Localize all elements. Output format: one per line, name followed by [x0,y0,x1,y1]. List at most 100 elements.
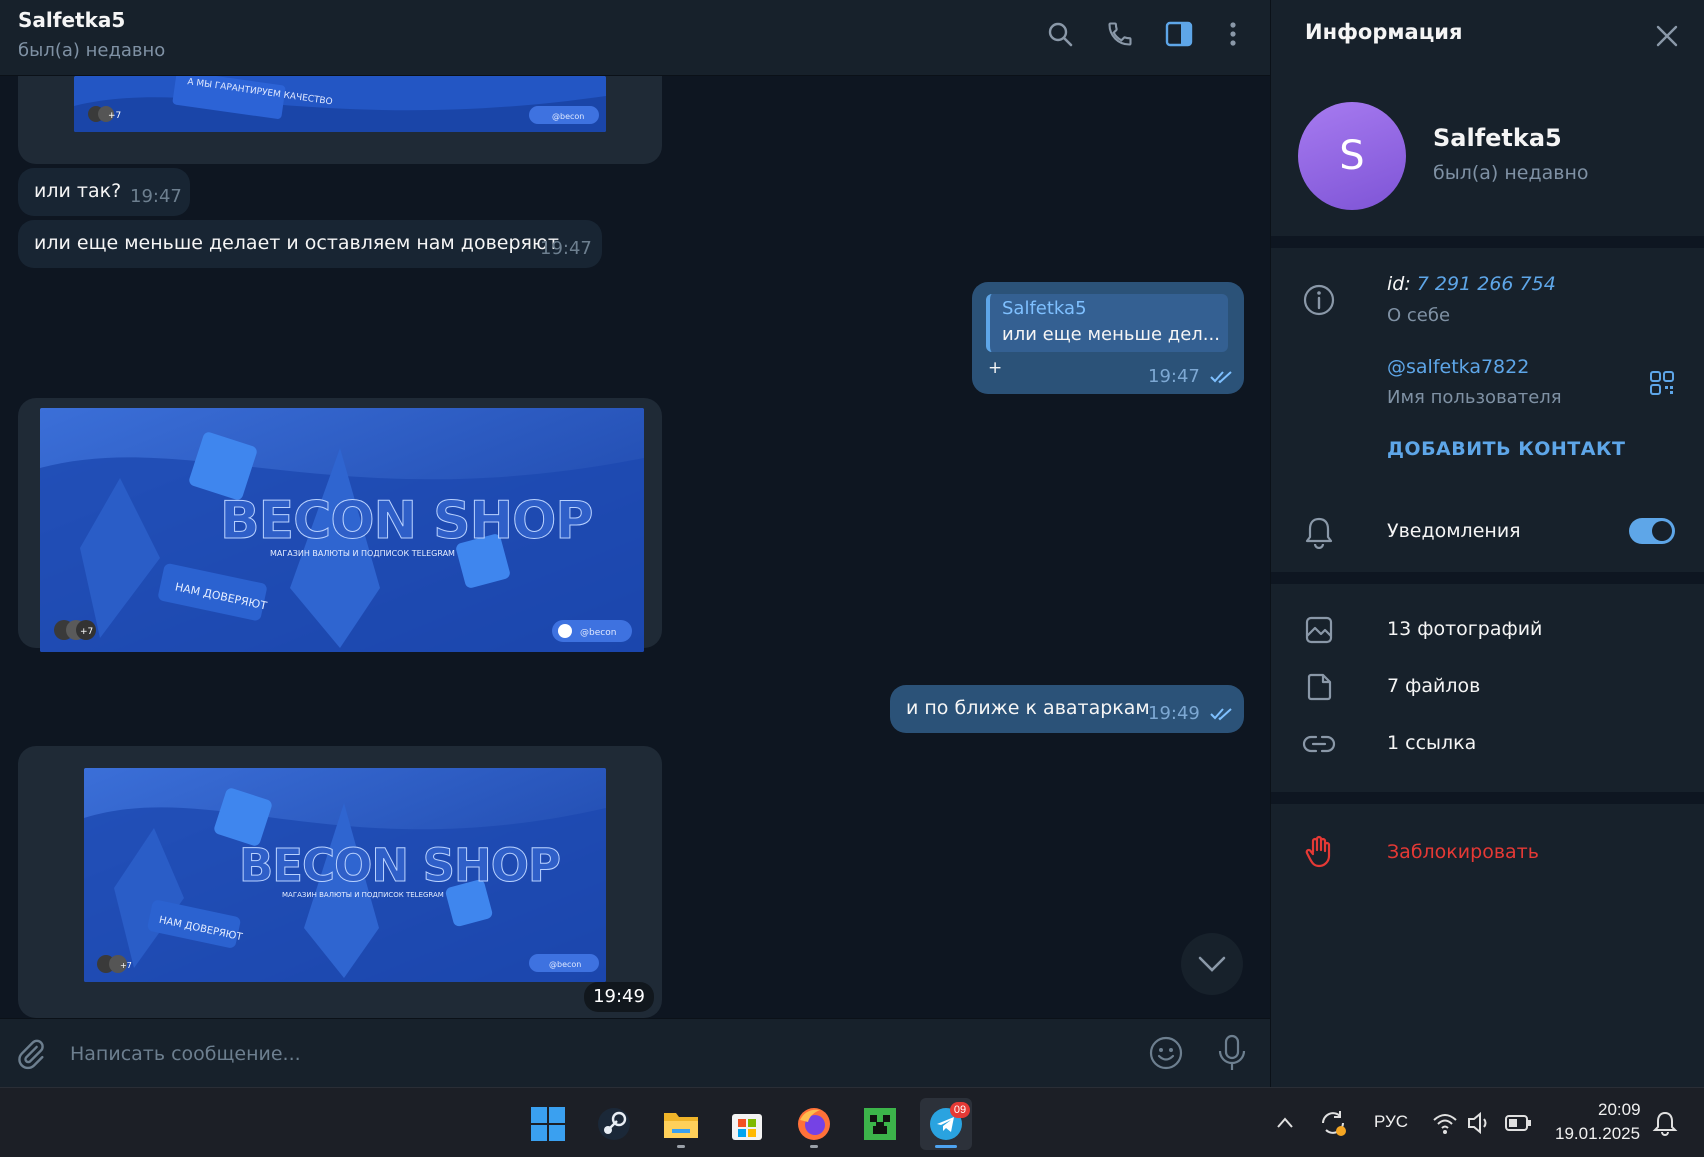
volume-icon[interactable] [1466,1110,1494,1136]
reply-quote[interactable]: Salfetka5 или еще меньше дел... [986,294,1228,352]
outgoing-message[interactable]: Salfetka5 или еще меньше дел... + 19:47 [972,282,1244,394]
sync-icon[interactable] [1318,1108,1348,1138]
banner-image[interactable]: BECON SHOP МАГАЗИН ВАЛЮТЫ И ПОДПИСОК TEL… [84,768,606,982]
username-label: Имя пользователя [1387,387,1562,408]
message-input[interactable] [70,1039,1130,1069]
file-explorer-icon[interactable] [655,1098,707,1150]
banner-avatars-count: +7 [120,961,132,970]
message-text: или еще меньше делает и оставляем нам до… [34,232,560,254]
add-contact-button[interactable]: ДОБАВИТЬ КОНТАКТ [1387,438,1625,460]
notifications-label: Уведомления [1387,520,1521,542]
start-button[interactable] [522,1098,574,1150]
banner-image[interactable]: BECON SHOP МАГАЗИН ВАЛЮТЫ И ПОДПИСОК TEL… [40,408,644,652]
link-icon [1301,726,1337,762]
incoming-message[interactable]: или еще меньше делает и оставляем нам до… [18,220,602,268]
language-indicator[interactable]: РУС [1374,1112,1408,1132]
block-button[interactable]: Заблокировать [1387,841,1539,863]
more-icon[interactable] [1217,18,1249,50]
reply-author: Salfetka5 [1002,298,1087,319]
info-icon [1301,282,1337,318]
media-message[interactable]: BECON SHOP МАГАЗИН ВАЛЮТЫ И ПОДПИСОК TEL… [18,398,662,652]
attach-icon[interactable] [14,1037,48,1071]
about-label: О себе [1387,305,1451,326]
running-indicator [810,1145,818,1148]
avatar[interactable]: S [1298,102,1406,210]
running-indicator [935,1145,957,1148]
chat-status: был(а) недавно [18,40,166,61]
section-divider [1271,572,1704,584]
links-link[interactable]: 1 ссылка [1387,732,1476,754]
clock-date[interactable]: 19.01.2025 [1555,1124,1640,1144]
firefox-icon[interactable] [788,1098,840,1150]
message-time: 19:47 [1148,366,1200,387]
reply-text: или еще меньше дел... [1002,324,1220,345]
profile-name: Salfetka5 [1433,124,1562,152]
user-id-value[interactable]: 7 291 266 754 [1417,273,1556,295]
unread-badge: 09 [950,1102,970,1118]
message-time: 19:49 [1148,703,1200,724]
files-link[interactable]: 7 файлов [1387,675,1480,697]
running-indicator [677,1145,685,1148]
sidebar-toggle-icon[interactable] [1163,18,1195,50]
banner-title: BECON SHOP [239,839,560,892]
section-divider [1271,792,1704,804]
message-composer [0,1018,1270,1087]
banner-handle: @becon [552,112,584,121]
message-text: и по ближе к аватаркам [906,697,1150,719]
steam-icon[interactable] [588,1098,640,1150]
phone-icon[interactable] [1104,18,1136,50]
banner-avatars-count: +7 [80,627,93,637]
user-id[interactable]: id: 7 291 266 754 [1387,273,1556,295]
banner-avatars-count: +7 [108,111,121,121]
photo-icon [1301,612,1337,648]
message-text: или так? [34,180,122,202]
search-icon[interactable] [1044,18,1076,50]
microsoft-store-icon[interactable] [721,1098,773,1150]
minecraft-icon[interactable] [854,1098,906,1150]
scroll-down-button[interactable] [1181,933,1243,995]
read-ticks-icon [1210,371,1232,384]
message-text: + [988,358,1003,378]
read-ticks-icon [1210,708,1232,721]
chat-title[interactable]: Salfetka5 [18,8,125,32]
notification-bell-icon[interactable] [1652,1110,1678,1136]
incoming-message[interactable]: или так? 19:47 [18,168,190,216]
user-id-label: id: [1387,273,1411,295]
telegram-window: Salfetka5 был(а) недавно А МЫ ГАРАНТИРУЕ… [0,0,1704,1087]
battery-icon[interactable] [1504,1112,1532,1134]
chevron-up-icon[interactable] [1274,1112,1296,1134]
wifi-icon[interactable] [1432,1110,1458,1136]
file-icon [1301,669,1337,705]
clock-time[interactable]: 20:09 [1598,1100,1641,1120]
chat-area: Salfetka5 был(а) недавно А МЫ ГАРАНТИРУЕ… [0,0,1270,1087]
windows-taskbar: 09 РУС 20:09 19.01.2025 [0,1087,1704,1157]
notifications-toggle[interactable] [1629,518,1675,544]
banner-image[interactable]: А МЫ ГАРАНТИРУЕМ КАЧЕСТВО +7 @becon [74,76,606,132]
banner-subtitle: МАГАЗИН ВАЛЮТЫ И ПОДПИСОК TELEGRAM [270,549,455,558]
banner-handle: @becon [549,960,581,969]
photos-link[interactable]: 13 фотографий [1387,618,1542,640]
info-title: Информация [1305,20,1463,44]
block-hand-icon [1301,834,1337,870]
close-icon[interactable] [1653,22,1681,50]
qr-code-icon[interactable] [1649,370,1675,396]
outgoing-message[interactable]: и по ближе к аватаркам 19:49 [890,685,1244,733]
emoji-icon[interactable] [1148,1035,1184,1071]
banner-title: BECON SHOP [220,491,592,551]
microphone-icon[interactable] [1214,1033,1250,1073]
section-divider [1271,236,1704,248]
media-message[interactable]: BECON SHOP МАГАЗИН ВАЛЮТЫ И ПОДПИСОК TEL… [18,746,662,1018]
media-message[interactable]: А МЫ ГАРАНТИРУЕМ КАЧЕСТВО +7 @becon [18,76,662,164]
username[interactable]: @salfetka7822 [1387,356,1529,378]
message-list[interactable]: А МЫ ГАРАНТИРУЕМ КАЧЕСТВО +7 @becon или … [0,76,1270,1018]
message-time: 19:47 [130,186,182,207]
profile-status: был(а) недавно [1433,162,1589,184]
message-time: 19:47 [540,238,592,259]
bell-icon [1301,514,1337,550]
telegram-icon[interactable]: 09 [920,1098,972,1150]
info-panel: Информация S Salfetka5 был(а) недавно id… [1270,0,1704,1087]
banner-subtitle: МАГАЗИН ВАЛЮТЫ И ПОДПИСОК TELEGRAM [282,891,444,899]
chat-header[interactable]: Salfetka5 был(а) недавно [0,0,1270,76]
chevron-down-icon [1198,956,1226,972]
banner-handle: @becon [580,628,616,638]
